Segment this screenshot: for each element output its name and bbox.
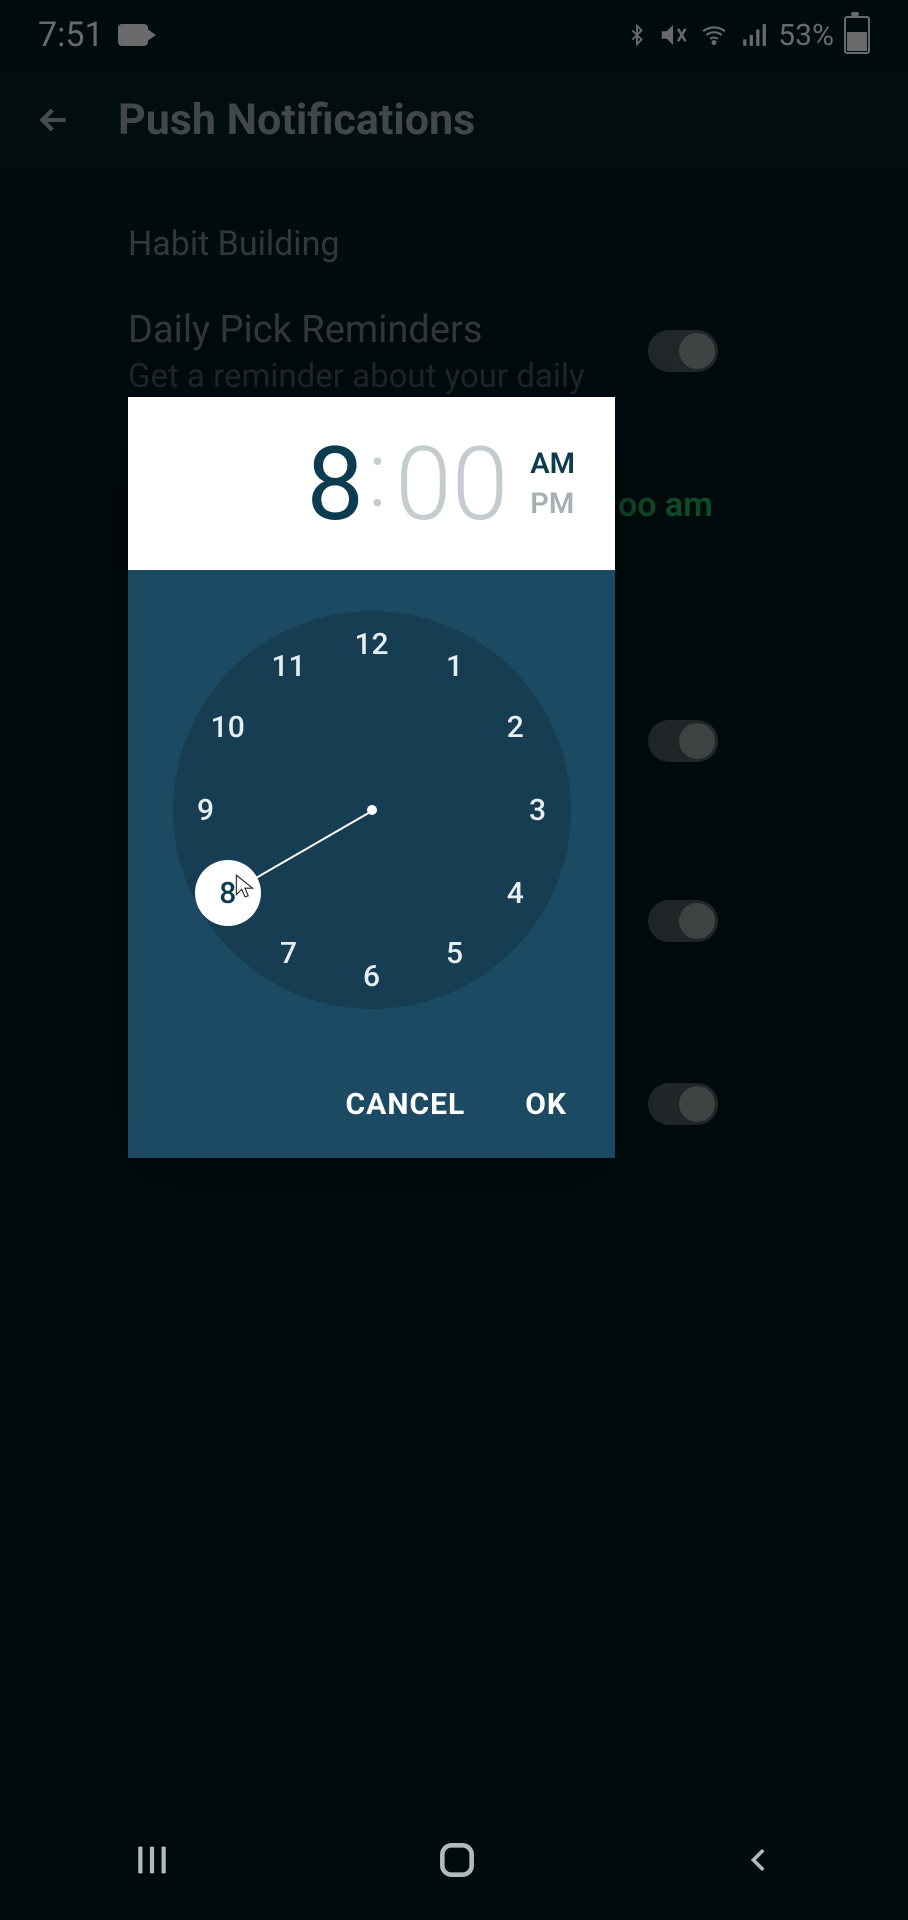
clock-face[interactable]: 8 121234567891011 xyxy=(173,611,571,1009)
back-icon[interactable] xyxy=(742,1843,776,1877)
time-picker-dialog: 8 : 00 AM PM 8 121234567891011 CANCEL OK xyxy=(128,397,615,1158)
recents-icon[interactable] xyxy=(132,1840,172,1880)
home-icon[interactable] xyxy=(435,1838,479,1882)
clock-number-4[interactable]: 4 xyxy=(490,868,540,918)
cursor-icon xyxy=(232,873,258,899)
clock-number-11[interactable]: 11 xyxy=(264,641,314,691)
cancel-button[interactable]: CANCEL xyxy=(346,1087,466,1122)
am-toggle[interactable]: AM xyxy=(530,447,575,481)
clock-number-12[interactable]: 12 xyxy=(347,619,397,669)
clock-center-dot xyxy=(367,805,377,815)
clock-number-10[interactable]: 10 xyxy=(203,702,253,752)
clock-number-3[interactable]: 3 xyxy=(513,785,563,835)
ok-button[interactable]: OK xyxy=(525,1087,567,1122)
android-navbar xyxy=(0,1800,908,1920)
clock-number-1[interactable]: 1 xyxy=(430,641,480,691)
clock-number-5[interactable]: 5 xyxy=(430,929,480,979)
clock-number-7[interactable]: 7 xyxy=(264,929,314,979)
clock-number-9[interactable]: 9 xyxy=(181,785,231,835)
pm-toggle[interactable]: PM xyxy=(530,487,575,521)
time-colon: : xyxy=(368,422,387,529)
clock-number-6[interactable]: 6 xyxy=(347,951,397,1001)
clock-number-2[interactable]: 2 xyxy=(490,702,540,752)
time-display: 8 : 00 AM PM xyxy=(128,397,615,570)
dialog-actions: CANCEL OK xyxy=(128,1050,615,1158)
time-minute[interactable]: 00 xyxy=(395,424,508,544)
time-hour[interactable]: 8 xyxy=(306,424,359,544)
